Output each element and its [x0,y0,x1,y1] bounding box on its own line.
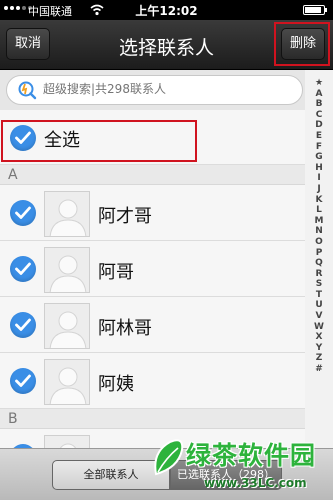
status-time: 上午12:02 [135,4,198,18]
index-letter[interactable]: X [316,332,323,343]
avatar-placeholder-icon [44,191,90,237]
status-bar: 中国联通 上午12:02 [0,0,333,20]
contact-row[interactable]: 阿林哥 [0,297,305,353]
select-all-row[interactable]: 全选 [0,110,305,165]
index-letter[interactable]: Z [316,353,323,364]
select-all-label: 全选 [44,130,80,151]
avatar-placeholder-icon [44,303,90,349]
avatar-placeholder-icon [44,247,90,293]
index-letter[interactable]: A [316,89,323,100]
section-header-a: A [0,165,305,185]
contact-name: 阿姨 [98,374,134,395]
index-letter[interactable]: V [316,311,323,322]
selected-contacts-tab[interactable]: 已选联系人（298） [170,460,282,490]
all-contacts-tab[interactable]: 全部联系人 [52,460,170,490]
contact-name: 阿才哥 [98,206,152,227]
checkmark-icon[interactable] [10,368,36,394]
avatar-placeholder-icon [44,359,90,405]
delete-button[interactable]: 删除 [281,28,325,60]
search-box[interactable] [6,75,303,105]
index-letter[interactable]: L [316,205,322,216]
section-header-b: B [0,409,305,429]
checkmark-icon[interactable] [10,200,36,226]
bottom-bar: 全部联系人 已选联系人（298） [0,448,333,500]
contact-name: 阿林哥 [98,318,152,339]
index-letter[interactable]: # [315,364,323,375]
search-icon [18,81,37,100]
index-letter[interactable]: Q [315,258,323,269]
index-letter[interactable]: E [316,131,322,142]
index-letter[interactable]: R [316,269,323,280]
index-letter[interactable]: H [315,163,323,174]
index-letter[interactable]: S [316,279,322,290]
contact-row[interactable]: 阿姨 [0,353,305,409]
index-letter[interactable]: G [315,152,322,163]
index-letter[interactable]: T [316,290,322,301]
alphabet-index[interactable]: ★ A B C D E F G H I J K L M N O P Q R S T U V W X Y Z # [305,78,333,438]
index-letter[interactable]: W [314,322,324,333]
index-letter[interactable]: C [316,110,323,121]
index-letter[interactable]: F [316,142,322,153]
index-letter[interactable]: N [315,226,323,237]
checkmark-icon[interactable] [10,125,36,151]
search-input[interactable] [43,82,283,96]
index-letter[interactable]: B [316,99,323,110]
contact-row[interactable]: 阿哥 [0,241,305,297]
index-letter[interactable]: M [315,216,324,227]
index-letter[interactable]: D [315,120,322,131]
index-letter[interactable]: ★ [315,78,323,89]
index-letter[interactable]: P [316,248,323,259]
contact-row[interactable]: 阿才哥 [0,185,305,241]
checkmark-icon[interactable] [10,312,36,338]
index-letter[interactable]: Y [316,343,323,354]
index-letter[interactable]: J [317,184,320,195]
index-letter[interactable]: O [315,237,323,248]
contact-name: 阿哥 [98,262,134,283]
battery-icon [303,5,327,15]
checkmark-icon[interactable] [10,256,36,282]
index-letter[interactable]: I [317,173,320,184]
index-letter[interactable]: K [316,195,323,206]
index-letter[interactable]: U [315,300,322,311]
search-area [0,70,305,110]
nav-bar: 取消 选择联系人 删除 [0,20,333,70]
